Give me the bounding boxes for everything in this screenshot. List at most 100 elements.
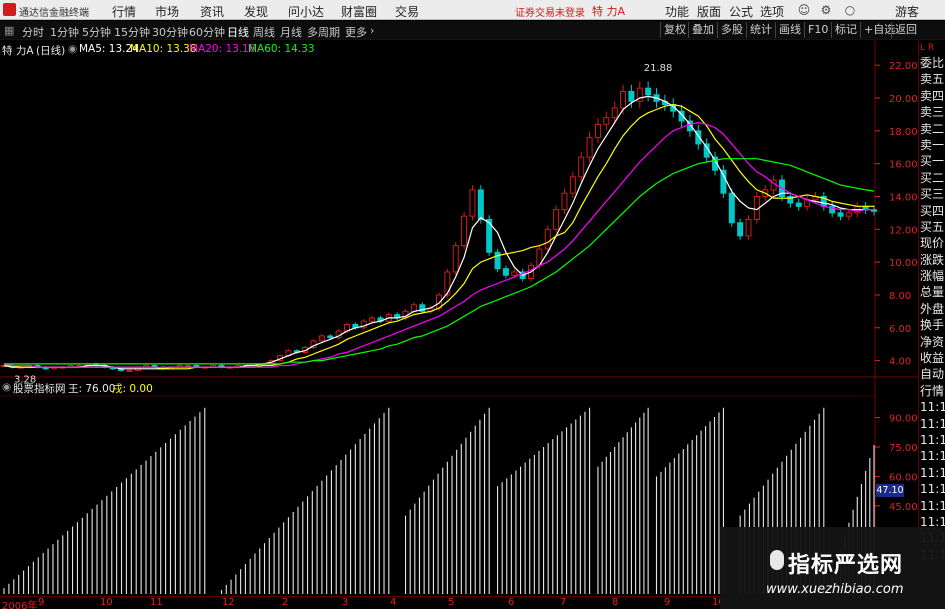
candle-body — [369, 317, 376, 322]
quote-field[interactable]: 11:1 — [919, 448, 945, 464]
watermark-url: www.xuezhibiao.com — [766, 582, 904, 597]
ma-line-ma60 — [4, 158, 875, 365]
date-axis: 2006年 9 10 11 12 2 3 4 5 6 7 8 9 10 — [0, 596, 725, 609]
candle-body — [126, 369, 133, 372]
quote-field[interactable]: 11:1 — [919, 432, 945, 448]
moving-average-lines — [3, 95, 875, 370]
quote-field[interactable]: 总量 — [919, 284, 945, 300]
date-tick: 2 — [282, 597, 289, 608]
candle-body — [586, 136, 593, 158]
indicator-xu: 戌: 0.00 — [112, 383, 153, 395]
candle-body — [410, 304, 417, 312]
quote-field[interactable]: 现价 — [919, 235, 945, 251]
indicator-wang: 王: 76.00 — [68, 383, 116, 395]
indicator-settings-icon[interactable]: ◉ — [2, 381, 11, 393]
price-tick-label: 10.00 — [889, 258, 918, 269]
quote-field[interactable]: 自动 — [919, 366, 945, 382]
candle-body — [795, 202, 802, 207]
candle-body — [611, 107, 618, 119]
candle-body — [553, 209, 560, 230]
quote-field[interactable]: 卖一 — [919, 137, 945, 153]
quote-field[interactable]: 行情 — [919, 383, 945, 399]
quote-field[interactable]: 收益 — [919, 350, 945, 366]
candle-body — [502, 268, 509, 276]
quote-field[interactable]: 换手 — [919, 317, 945, 333]
date-tick: 9 — [664, 597, 671, 608]
date-tick: 4 — [390, 597, 397, 608]
candle-body — [603, 117, 610, 125]
quote-field[interactable]: 买五 — [919, 219, 945, 235]
indicator-tick-label: 75.00 — [889, 443, 918, 454]
candle-body — [469, 189, 476, 217]
candle-body — [185, 365, 192, 368]
candle-body — [578, 156, 585, 178]
quote-field[interactable]: 外盘 — [919, 301, 945, 317]
price-tick-label: 20.00 — [889, 94, 918, 105]
candle-body — [561, 192, 568, 211]
indicator-readout: 47.10 — [876, 484, 904, 497]
indicator-name: 股票指标网 — [13, 383, 66, 395]
quote-field[interactable]: 卖三 — [919, 104, 945, 120]
watermark-title: 指标严选网 — [788, 553, 904, 578]
date-tick: 12 — [222, 597, 235, 608]
date-tick: 11 — [150, 597, 163, 608]
price-tick-label: 8.00 — [889, 291, 911, 302]
quote-field[interactable]: 11:1 — [919, 465, 945, 481]
quote-field[interactable]: 卖四 — [919, 88, 945, 104]
quote-field[interactable]: 11:1 — [919, 416, 945, 432]
quote-field[interactable]: 卖五 — [919, 71, 945, 87]
quote-field[interactable]: 买四 — [919, 203, 945, 219]
quote-panel-header[interactable]: L R — [919, 41, 945, 55]
candle-body — [461, 215, 468, 247]
candle-body — [327, 335, 334, 339]
watermark-overlay: 指标严选网 www.xuezhibiao.com — [720, 527, 945, 609]
stock-chart[interactable]: 22.00 20.00 18.00 16.00 14.00 12.00 10.00 8.00 6… — [0, 0, 918, 609]
candle-body — [845, 212, 852, 217]
price-tick-label: 18.00 — [889, 127, 918, 138]
price-tick-label: 14.00 — [889, 192, 918, 203]
date-tick: 10 — [100, 597, 113, 608]
ma-line-ma5 — [3, 95, 874, 370]
date-tick: 3 — [342, 597, 349, 608]
candle-body — [620, 90, 627, 109]
date-tick: 5 — [448, 597, 455, 608]
quote-field[interactable]: 11:1 — [919, 399, 945, 415]
quote-field[interactable]: 委比 — [919, 55, 945, 71]
candle-body — [628, 90, 635, 102]
price-tick-label: 12.00 — [889, 225, 918, 236]
indicator-tick-label: 45.00 — [889, 502, 918, 513]
date-tick: 9 — [38, 597, 45, 608]
candle-body — [728, 192, 735, 224]
price-axis: 22.00 20.00 18.00 16.00 14.00 12.00 10.00 8.00 6… — [875, 61, 918, 513]
candle-body — [837, 212, 844, 217]
quote-field[interactable]: 涨幅 — [919, 268, 945, 284]
watermark-logo-icon — [770, 550, 784, 570]
candle-body — [477, 189, 484, 220]
quote-field[interactable]: 11:1 — [919, 498, 945, 514]
chart-grid — [0, 41, 918, 596]
indicator-tick-label: 90.00 — [889, 414, 918, 425]
quote-field[interactable]: 买二 — [919, 170, 945, 186]
quote-field[interactable]: 净资 — [919, 334, 945, 350]
quote-field[interactable]: 买一 — [919, 153, 945, 169]
quote-field[interactable]: 11:1 — [919, 481, 945, 497]
candle-body — [452, 245, 459, 273]
quote-panel: L R 委比 卖五 卖四 卖三 卖二 卖一 买一 买二 买三 买四 买五 现价 涨跌 涨幅 总量 外盘 换手 净资… — [918, 41, 945, 609]
candle-body — [645, 87, 652, 96]
price-tick-label: 16.00 — [889, 160, 918, 171]
candle-body — [569, 176, 576, 194]
quote-field[interactable]: 涨跌 — [919, 252, 945, 268]
date-tick: 8 — [612, 597, 619, 608]
price-tick-label: 4.00 — [889, 357, 911, 368]
quote-field[interactable]: 卖二 — [919, 121, 945, 137]
date-tick: 7 — [560, 597, 567, 608]
candle-body — [745, 218, 752, 237]
price-tick-label: 22.00 — [889, 61, 918, 72]
candle-body — [737, 222, 744, 237]
candle-body — [544, 228, 551, 250]
quote-field[interactable]: 买三 — [919, 186, 945, 202]
candle-body — [511, 271, 518, 276]
candle-body — [444, 271, 451, 296]
indicator-legend: ◉ 股票指标网 王: 76.00 戌: 0.00 — [0, 380, 875, 395]
candle-body — [594, 123, 601, 138]
